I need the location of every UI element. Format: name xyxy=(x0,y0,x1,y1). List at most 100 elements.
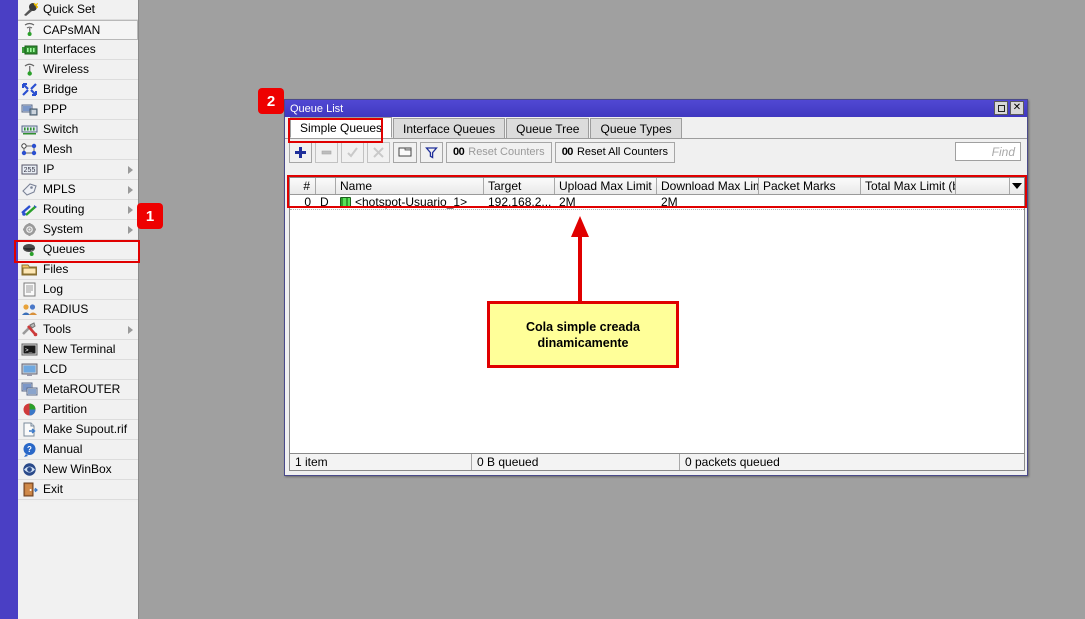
reset-counters-button[interactable]: 00 Reset Counters xyxy=(446,142,552,163)
sidebar-item-log[interactable]: Log xyxy=(18,280,138,300)
tab-queue-tree[interactable]: Queue Tree xyxy=(506,118,589,138)
sidebar-item-system[interactable]: System xyxy=(18,220,138,240)
sidebar-item-label: MetaROUTER xyxy=(43,383,120,396)
chevron-right-icon xyxy=(128,206,133,214)
sidebar-item-quick-set[interactable]: Quick Set xyxy=(18,0,138,20)
cell-download_max_limit: 2M xyxy=(657,195,759,209)
annotation-arrow xyxy=(568,215,592,305)
tab-interface-queues[interactable]: Interface Queues xyxy=(393,118,505,138)
sidebar-item-new-winbox[interactable]: New WinBox xyxy=(18,460,138,480)
column-header-total-max-limit-bi[interactable]: Total Max Limit (bi... xyxy=(861,178,956,194)
sidebar-item-make-supout-rif[interactable]: Make Supout.rif xyxy=(18,420,138,440)
find-input[interactable]: Find xyxy=(955,142,1021,161)
sidebar-item-partition[interactable]: Partition xyxy=(18,400,138,420)
sidebar-item-ip[interactable]: 255 IP xyxy=(18,160,138,180)
window-title: Queue List xyxy=(290,103,343,115)
enable-button[interactable] xyxy=(341,142,364,163)
plus-icon xyxy=(294,146,307,159)
reset-all-counters-button[interactable]: 00 Reset All Counters xyxy=(555,142,675,163)
sidebar-item-label: Routing xyxy=(43,203,84,216)
sidebar-item-label: Queues xyxy=(43,243,85,256)
annotation-badge-1: 1 xyxy=(137,203,163,229)
counter-prefix-icon: 00 xyxy=(453,146,464,158)
sidebar-item-label: New WinBox xyxy=(43,463,112,476)
sidebar-item-label: Quick Set xyxy=(43,3,95,16)
add-button[interactable] xyxy=(289,142,312,163)
sidebar-item-label: Switch xyxy=(43,123,78,136)
sidebar-item-label: Files xyxy=(43,263,68,276)
close-icon: ✕ xyxy=(1013,103,1021,113)
sidebar-item-mpls[interactable]: MPLS xyxy=(18,180,138,200)
tab-bar: Simple QueuesInterface QueuesQueue TreeQ… xyxy=(285,117,1027,139)
cell-extra xyxy=(956,195,1010,209)
sidebar-item-label: Log xyxy=(43,283,63,296)
screen: Quick Set CAPsMAN Interfaces Wireless Bridge… xyxy=(0,0,1085,619)
sidebar-item-wireless[interactable]: Wireless xyxy=(18,60,138,80)
column-header-blank[interactable]: # xyxy=(290,178,316,194)
column-header-blank[interactable] xyxy=(956,178,1010,194)
tab-simple-queues[interactable]: Simple Queues xyxy=(290,117,392,138)
sidebar-item-label: IP xyxy=(43,163,54,176)
sidebar-item-tools[interactable]: Tools xyxy=(18,320,138,340)
cell-packet_marks xyxy=(759,195,861,209)
sidebar-item-label: LCD xyxy=(43,363,67,376)
tab-queue-types[interactable]: Queue Types xyxy=(590,118,681,138)
sidebar-item-exit[interactable]: Exit xyxy=(18,480,138,500)
column-header-packet-marks[interactable]: Packet Marks xyxy=(759,178,861,194)
queue-name-text: <hotspot-Usuario_1> xyxy=(355,195,467,209)
chevron-down-icon xyxy=(1012,183,1022,189)
comment-button[interactable] xyxy=(393,142,417,163)
queues-icon xyxy=(21,242,39,258)
cell-name: <hotspot-Usuario_1> xyxy=(336,195,484,209)
filter-icon xyxy=(425,146,438,159)
ppp-icon xyxy=(21,102,39,118)
sidebar-item-radius[interactable]: RADIUS xyxy=(18,300,138,320)
column-header-name[interactable]: Name xyxy=(336,178,484,194)
column-header-blank[interactable] xyxy=(316,178,336,194)
sidebar-item-ppp[interactable]: PPP xyxy=(18,100,138,120)
sidebar-item-metarouter[interactable]: MetaROUTER xyxy=(18,380,138,400)
sidebar-item-switch[interactable]: Switch xyxy=(18,120,138,140)
cell-padding xyxy=(1010,195,1024,209)
annotation-callout: Cola simple creada dinamicamente xyxy=(487,301,679,368)
reset-counters-label: Reset Counters xyxy=(468,146,544,158)
sidebar-item-files[interactable]: Files xyxy=(18,260,138,280)
terminal-icon: >_ xyxy=(21,342,39,358)
column-header-upload-max-limit[interactable]: Upload Max Limit xyxy=(555,178,657,194)
sidebar-item-new-terminal[interactable]: >_New Terminal xyxy=(18,340,138,360)
close-button[interactable]: ✕ xyxy=(1010,101,1024,115)
sidebar-item-manual[interactable]: ?Manual xyxy=(18,440,138,460)
column-header-target[interactable]: Target xyxy=(484,178,555,194)
window-titlebar[interactable]: Queue List ✕ xyxy=(285,100,1027,117)
table-row[interactable]: 0D<hotspot-Usuario_1>192.168.2...2M2M xyxy=(290,195,1024,210)
remove-button[interactable] xyxy=(315,142,338,163)
filter-button[interactable] xyxy=(420,142,443,163)
sidebar-item-capsman[interactable]: CAPsMAN xyxy=(18,20,138,40)
sidebar-empty-area xyxy=(18,502,138,619)
chevron-right-icon xyxy=(128,226,133,234)
column-header-download-max-limit[interactable]: Download Max Limit xyxy=(657,178,759,194)
callout-line-1: Cola simple creada xyxy=(526,319,640,335)
sidebar-blue-strip xyxy=(0,0,18,619)
sidebar-item-label: Interfaces xyxy=(43,43,96,56)
wireless-icon xyxy=(21,62,39,78)
column-chooser-button[interactable] xyxy=(1010,178,1024,194)
cell-upload_max_limit: 2M xyxy=(555,195,657,209)
disable-button[interactable] xyxy=(367,142,390,163)
sidebar-item-label: Manual xyxy=(43,443,82,456)
sidebar-item-interfaces[interactable]: Interfaces xyxy=(18,40,138,60)
sidebar-item-queues[interactable]: Queues xyxy=(18,240,138,260)
sidebar-item-mesh[interactable]: Mesh xyxy=(18,140,138,160)
maximize-button[interactable] xyxy=(994,101,1008,115)
sidebar-item-routing[interactable]: Routing xyxy=(18,200,138,220)
sidebar-item-lcd[interactable]: LCD xyxy=(18,360,138,380)
chevron-right-icon xyxy=(128,166,133,174)
sidebar-item-label: Make Supout.rif xyxy=(43,423,127,436)
sidebar-item-bridge[interactable]: Bridge xyxy=(18,80,138,100)
interfaces-icon xyxy=(21,42,39,58)
callout-line-2: dinamicamente xyxy=(526,335,640,351)
status-cell-0: 1 item xyxy=(290,454,472,470)
bridge-icon xyxy=(21,82,39,98)
svg-text:255: 255 xyxy=(24,167,36,174)
sidebar-item-label: Bridge xyxy=(43,83,78,96)
